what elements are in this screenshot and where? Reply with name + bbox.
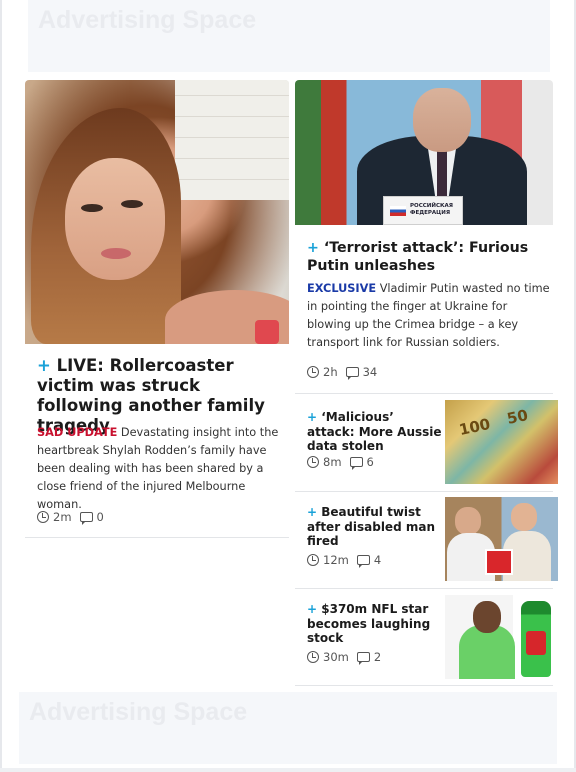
comment-icon [79, 512, 93, 525]
time-ago: 30m [323, 650, 349, 664]
comment-icon [349, 457, 363, 470]
main-story-image[interactable] [25, 80, 289, 344]
plus-icon: + [307, 410, 318, 424]
comment-count: 34 [362, 365, 378, 379]
time-ago: 8m [323, 455, 342, 469]
flag-icon [390, 206, 406, 216]
putin-story-summary: EXCLUSIVE Vladimir Putin wasted no time … [307, 282, 550, 349]
putin-story-meta: 2h 34 [307, 365, 378, 380]
page-edge-bottom [0, 768, 576, 772]
putin-story-card[interactable]: РОССИЙСКАЯ ФЕДЕРАЦИЯ + ‘Terrorist attack… [295, 80, 553, 380]
comments-link[interactable]: 0 [79, 510, 104, 525]
two-men-thumbnail[interactable] [445, 497, 558, 581]
clock-icon [307, 366, 319, 378]
ad-space-top[interactable]: Advertising Space [28, 0, 550, 72]
ad-label: Advertising Space [38, 6, 257, 34]
plus-icon: + [37, 356, 51, 375]
comment-count: 4 [373, 553, 382, 567]
comments-link[interactable]: 34 [345, 365, 378, 380]
comments-link[interactable]: 6 [349, 455, 374, 470]
divider [295, 393, 553, 394]
story-tag: SAD UPDATE [37, 426, 118, 439]
nfl-star-story-card[interactable]: + $370m NFL star becomes laughing stock … [295, 594, 558, 686]
disabled-man-story-card[interactable]: + Beautiful twist after disabled man fir… [295, 496, 558, 588]
putin-story-image[interactable]: РОССИЙСКАЯ ФЕДЕРАЦИЯ [295, 80, 553, 225]
plus-icon: + [307, 505, 318, 519]
clock-icon [307, 456, 319, 468]
main-story-summary: SAD UPDATE Devastating insight into the … [37, 426, 279, 511]
plus-icon: + [307, 602, 318, 616]
divider [295, 491, 553, 492]
ad-space-bottom[interactable]: Advertising Space [19, 692, 557, 764]
main-story-card[interactable]: + LIVE: Rollercoaster victim was struck … [25, 80, 289, 525]
comment-count: 0 [96, 510, 104, 524]
nfl-star-meta: 30m 2 [307, 650, 382, 665]
banknotes-thumbnail[interactable]: 100 50 [445, 400, 558, 484]
clock-icon [37, 511, 49, 523]
page-edge-left [0, 0, 2, 772]
comments-link[interactable]: 4 [356, 553, 382, 568]
time-ago: 2m [53, 510, 72, 524]
time-ago: 2h [323, 365, 338, 379]
disabled-man-meta: 12m 4 [307, 553, 382, 568]
data-theft-meta: 8m 6 [307, 455, 374, 470]
plus-icon: + [307, 240, 319, 256]
comment-icon [356, 555, 370, 568]
disabled-man-headline[interactable]: + Beautiful twist after disabled man fir… [307, 505, 442, 549]
comment-icon [356, 652, 370, 665]
time-ago: 12m [323, 553, 349, 567]
nfl-star-headline[interactable]: + $370m NFL star becomes laughing stock [307, 602, 442, 646]
divider [25, 537, 289, 538]
comment-count: 2 [373, 650, 382, 664]
ad-label: Advertising Space [29, 698, 248, 726]
data-theft-headline[interactable]: + ‘Malicious’ attack: More Aussie data s… [307, 410, 442, 454]
podium-sign: РОССИЙСКАЯ ФЕДЕРАЦИЯ [383, 196, 463, 225]
clock-icon [307, 651, 319, 663]
nfl-star-thumbnail[interactable] [445, 595, 558, 679]
main-story-meta: 2m 0 [37, 510, 104, 525]
divider [295, 685, 553, 686]
data-theft-story-card[interactable]: + ‘Malicious’ attack: More Aussie data s… [295, 399, 558, 491]
clock-icon [307, 554, 319, 566]
divider [295, 588, 553, 589]
story-tag: EXCLUSIVE [307, 282, 377, 295]
comment-icon [345, 367, 359, 380]
comment-count: 6 [366, 455, 374, 469]
putin-story-headline[interactable]: + ‘Terrorist attack’: Furious Putin unle… [307, 239, 549, 275]
comments-link[interactable]: 2 [356, 650, 382, 665]
